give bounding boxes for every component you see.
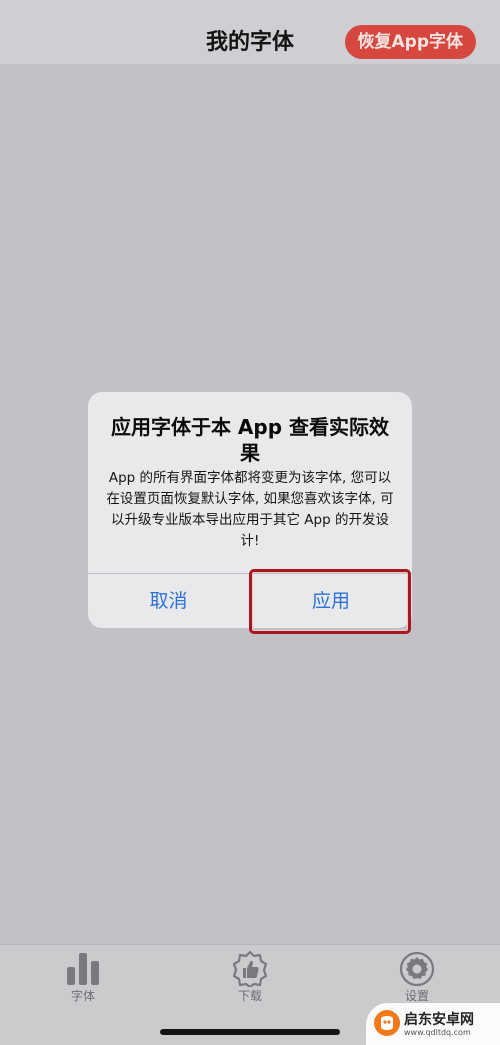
tab-settings-label: 设置 xyxy=(404,989,429,1003)
navigation-bar: 我的字体 恢复App字体 xyxy=(0,0,500,64)
tab-download-label: 下载 xyxy=(237,989,262,1003)
apply-font-dialog: 应用字体于本 App 查看实际效果 App 的所有界面字体都将变更为该字体, 您… xyxy=(88,392,412,628)
tab-settings[interactable]: 设置 xyxy=(362,951,472,1011)
tab-fonts-label: 字体 xyxy=(70,989,95,1003)
watermark-logo-icon xyxy=(374,1010,400,1036)
restore-app-font-button[interactable]: 恢复App字体 xyxy=(344,25,476,59)
dialog-title: 应用字体于本 App 查看实际效果 xyxy=(110,415,390,465)
home-indicator xyxy=(160,1029,340,1035)
apply-button[interactable]: 应用 xyxy=(250,574,412,628)
tab-download[interactable]: 下载 xyxy=(195,951,305,1011)
watermark: 启东安卓网 www.qdltdq.com xyxy=(366,1003,500,1045)
thumbs-up-badge-icon xyxy=(232,951,268,987)
tab-fonts[interactable]: 字体 xyxy=(28,951,138,1011)
cancel-button[interactable]: 取消 xyxy=(88,574,249,628)
watermark-text: 启东安卓网 xyxy=(404,1012,474,1028)
gear-icon xyxy=(399,951,435,987)
bar-chart-icon xyxy=(67,953,99,985)
dialog-message: App 的所有界面字体都将变更为该字体, 您可以在设置页面恢复默认字体, 如果您… xyxy=(106,470,394,549)
watermark-url: www.qdltdq.com xyxy=(404,1028,471,1037)
